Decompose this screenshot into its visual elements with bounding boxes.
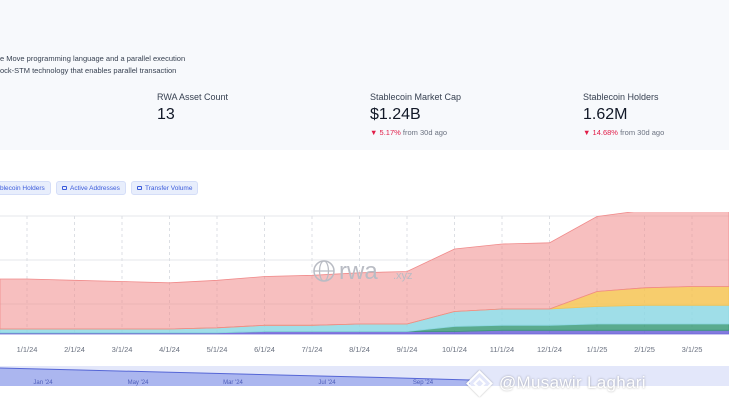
- metric-change: ▼ 14.68% from 30d ago: [583, 128, 664, 137]
- metric-value: $1.24B: [370, 106, 421, 123]
- brush-tick-label: Sep '24: [413, 380, 434, 386]
- x-tick-label: 1/1/24: [17, 345, 38, 354]
- x-tick-label: 7/1/24: [302, 345, 323, 354]
- x-tick-label: 3/1/25: [682, 345, 703, 354]
- overlay-watermark-text: @Musawir Laghari: [499, 373, 646, 392]
- metric-stablecoin-market-cap: Stablecoin Market Cap $1.24B ▼ 5.17% fro…: [370, 92, 461, 137]
- description-line-2: ock-STM technology that enables parallel…: [0, 66, 177, 75]
- overlay-watermark: @Musawir Laghari: [466, 368, 646, 398]
- brush-tick-label: Mar '24: [223, 380, 243, 386]
- brush-tick-label: May '24: [128, 380, 149, 386]
- metric-label: Stablecoin Market Cap: [370, 92, 462, 102]
- metric-value: 13: [157, 106, 175, 123]
- x-tick-label: 1/1/25: [587, 345, 608, 354]
- x-tick-label: 10/1/24: [442, 345, 467, 354]
- x-tick-label: 8/1/24: [349, 345, 370, 354]
- metric-label: RWA Asset Count: [157, 92, 229, 102]
- x-tick-label: 3/1/24: [112, 345, 133, 354]
- chip-transfer-volume[interactable]: Transfer Volume: [131, 181, 199, 195]
- chip-label: blecoin Holders: [0, 185, 45, 192]
- x-tick-label: 2/1/25: [634, 345, 655, 354]
- down-arrow-icon: ▼: [370, 128, 378, 137]
- change-suffix: from 30d ago: [620, 128, 665, 137]
- x-tick-label: 12/1/24: [537, 345, 562, 354]
- x-tick-label: 5/1/24: [207, 345, 228, 354]
- metric-value: 1.62M: [583, 106, 628, 123]
- brush-tick-label: Jan '24: [33, 380, 53, 386]
- chip-label: Transfer Volume: [145, 185, 193, 192]
- change-suffix: from 30d ago: [402, 128, 448, 137]
- metric-rwa-asset-count: RWA Asset Count 13: [157, 92, 228, 124]
- description-line-1: e Move programming language and a parall…: [0, 54, 186, 63]
- watermark-rwa-suffix: .xyz: [393, 270, 413, 282]
- down-arrow-icon: ▼: [583, 128, 591, 137]
- x-tick-label: 2/1/24: [64, 345, 85, 354]
- chip-label: Active Addresses: [70, 185, 120, 192]
- x-tick-label: 11/1/24: [490, 345, 514, 354]
- change-percent: 14.68%: [592, 128, 618, 137]
- network-description: e Move programming language and a parall…: [0, 53, 185, 77]
- metric-stablecoin-holders: Stablecoin Holders 1.62M ▼ 14.68% from 3…: [583, 92, 664, 137]
- metric-label: Stablecoin Holders: [583, 92, 659, 102]
- x-tick-label: 4/1/24: [159, 345, 180, 354]
- brush-tick-label: Jul '24: [318, 380, 336, 386]
- chip-active-addresses[interactable]: Active Addresses: [56, 181, 126, 195]
- x-tick-label: 6/1/24: [254, 345, 275, 354]
- lock-icon: [137, 186, 142, 190]
- stacked-area-chart[interactable]: rwa .xyz 1/1/24 2/1/24 3/1/24 4/1/24 5/1/24 6…: [0, 212, 729, 362]
- diamond-logo-icon: [466, 369, 493, 397]
- summary-panel: e Move programming language and a parall…: [0, 0, 729, 150]
- x-axis-ticks: 1/1/24 2/1/24 3/1/24 4/1/24 5/1/24 6/1/24 7/1/…: [17, 345, 703, 354]
- chip-stablecoin-holders[interactable]: blecoin Holders: [0, 181, 51, 195]
- change-percent: 5.17%: [379, 128, 401, 137]
- lock-icon: [62, 186, 67, 190]
- x-tick-label: 9/1/24: [397, 345, 418, 354]
- watermark-rwa-text: rwa: [339, 258, 378, 285]
- metric-change: ▼ 5.17% from 30d ago: [370, 128, 461, 137]
